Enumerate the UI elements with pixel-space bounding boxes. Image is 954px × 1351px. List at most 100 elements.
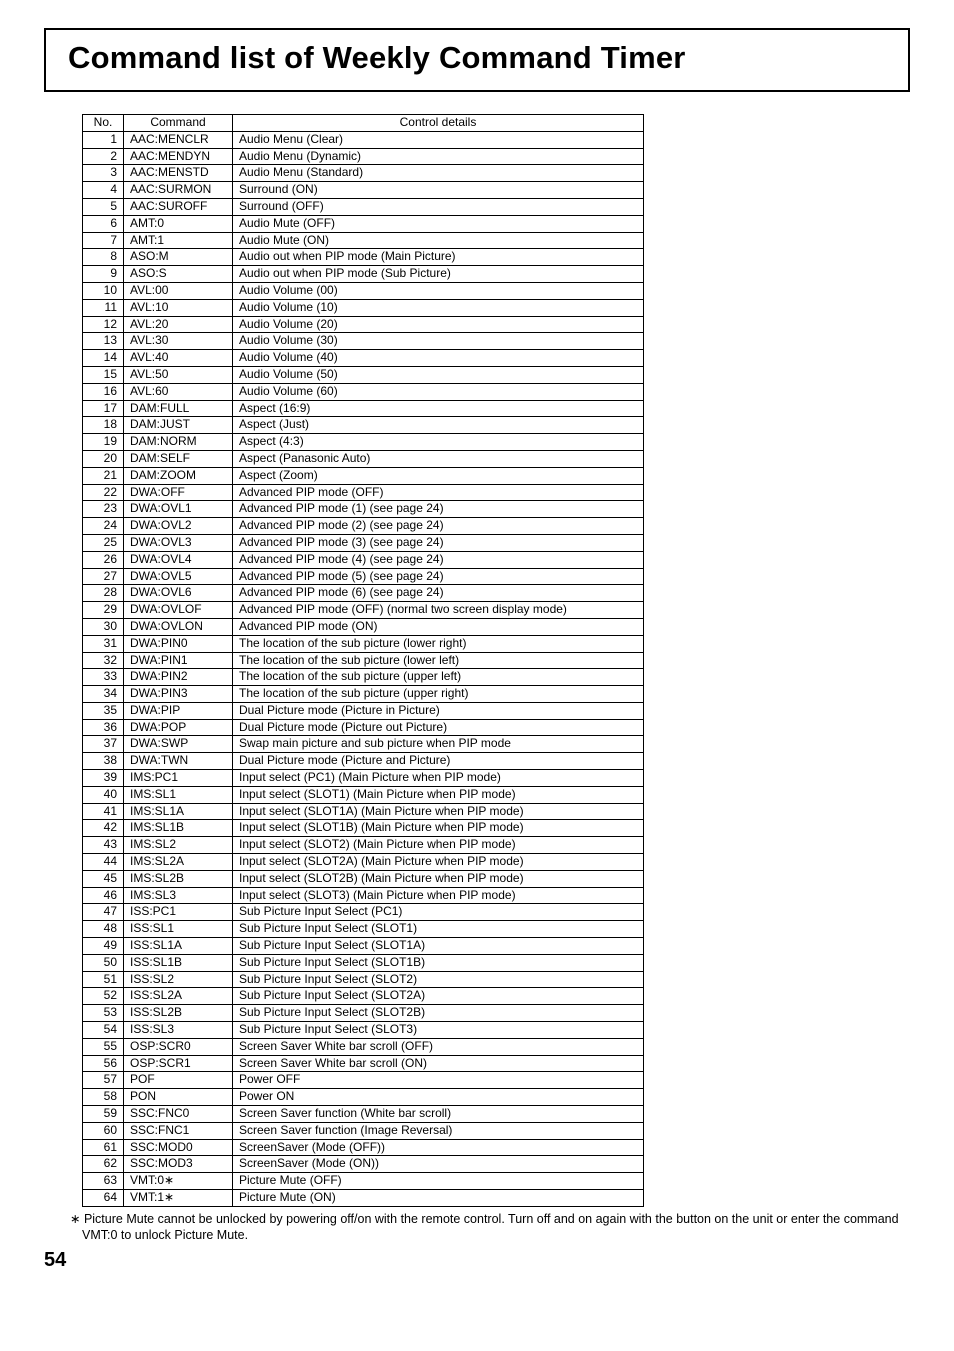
cell-details: Picture Mute (OFF) bbox=[233, 1173, 644, 1190]
cell-details: Aspect (4:3) bbox=[233, 434, 644, 451]
cell-command: ISS:SL2B bbox=[124, 1005, 233, 1022]
cell-details: Audio Volume (50) bbox=[233, 366, 644, 383]
table-row: 23DWA:OVL1Advanced PIP mode (1) (see pag… bbox=[83, 501, 644, 518]
cell-command: DWA:PIN3 bbox=[124, 686, 233, 703]
cell-details: Input select (SLOT2A) (Main Picture when… bbox=[233, 854, 644, 871]
cell-command: DWA:OVL4 bbox=[124, 551, 233, 568]
cell-details: Advanced PIP mode (5) (see page 24) bbox=[233, 568, 644, 585]
cell-command: SSC:MOD3 bbox=[124, 1156, 233, 1173]
cell-details: Audio Volume (00) bbox=[233, 282, 644, 299]
cell-details: Advanced PIP mode (3) (see page 24) bbox=[233, 534, 644, 551]
cell-no: 23 bbox=[83, 501, 124, 518]
header-no: No. bbox=[83, 115, 124, 132]
cell-details: Sub Picture Input Select (SLOT1A) bbox=[233, 938, 644, 955]
table-row: 50ISS:SL1BSub Picture Input Select (SLOT… bbox=[83, 954, 644, 971]
cell-no: 26 bbox=[83, 551, 124, 568]
table-row: 29DWA:OVLOFAdvanced PIP mode (OFF) (norm… bbox=[83, 602, 644, 619]
cell-command: OSP:SCR1 bbox=[124, 1055, 233, 1072]
cell-command: DWA:PIN0 bbox=[124, 635, 233, 652]
cell-details: ScreenSaver (Mode (ON)) bbox=[233, 1156, 644, 1173]
cell-no: 1 bbox=[83, 131, 124, 148]
table-row: 61SSC:MOD0ScreenSaver (Mode (OFF)) bbox=[83, 1139, 644, 1156]
table-row: 9ASO:SAudio out when PIP mode (Sub Pictu… bbox=[83, 266, 644, 283]
table-row: 30DWA:OVLONAdvanced PIP mode (ON) bbox=[83, 618, 644, 635]
table-row: 45IMS:SL2BInput select (SLOT2B) (Main Pi… bbox=[83, 870, 644, 887]
cell-command: SSC:FNC0 bbox=[124, 1106, 233, 1123]
table-row: 26DWA:OVL4Advanced PIP mode (4) (see pag… bbox=[83, 551, 644, 568]
cell-no: 63 bbox=[83, 1173, 124, 1190]
cell-no: 20 bbox=[83, 450, 124, 467]
table-row: 56OSP:SCR1Screen Saver White bar scroll … bbox=[83, 1055, 644, 1072]
cell-details: Advanced PIP mode (1) (see page 24) bbox=[233, 501, 644, 518]
cell-command: DWA:OFF bbox=[124, 484, 233, 501]
cell-command: DWA:TWN bbox=[124, 753, 233, 770]
cell-details: Input select (SLOT2) (Main Picture when … bbox=[233, 837, 644, 854]
cell-no: 25 bbox=[83, 534, 124, 551]
cell-no: 55 bbox=[83, 1038, 124, 1055]
table-row: 15AVL:50Audio Volume (50) bbox=[83, 366, 644, 383]
table-row: 41IMS:SL1AInput select (SLOT1A) (Main Pi… bbox=[83, 803, 644, 820]
page-title: Command list of Weekly Command Timer bbox=[68, 40, 886, 76]
cell-command: DAM:FULL bbox=[124, 400, 233, 417]
cell-details: Audio Mute (ON) bbox=[233, 232, 644, 249]
cell-no: 9 bbox=[83, 266, 124, 283]
cell-details: Dual Picture mode (Picture and Picture) bbox=[233, 753, 644, 770]
header-command: Command bbox=[124, 115, 233, 132]
cell-command: DWA:OVL3 bbox=[124, 534, 233, 551]
cell-details: Power ON bbox=[233, 1089, 644, 1106]
cell-command: IMS:SL2B bbox=[124, 870, 233, 887]
cell-details: Sub Picture Input Select (SLOT2A) bbox=[233, 988, 644, 1005]
cell-command: SSC:MOD0 bbox=[124, 1139, 233, 1156]
cell-no: 37 bbox=[83, 736, 124, 753]
cell-details: Audio Mute (OFF) bbox=[233, 215, 644, 232]
cell-details: Input select (PC1) (Main Picture when PI… bbox=[233, 770, 644, 787]
cell-no: 57 bbox=[83, 1072, 124, 1089]
table-row: 21DAM:ZOOMAspect (Zoom) bbox=[83, 467, 644, 484]
cell-details: Dual Picture mode (Picture out Picture) bbox=[233, 719, 644, 736]
cell-command: VMT:0∗ bbox=[124, 1173, 233, 1190]
cell-no: 17 bbox=[83, 400, 124, 417]
cell-details: Sub Picture Input Select (SLOT1B) bbox=[233, 954, 644, 971]
cell-no: 22 bbox=[83, 484, 124, 501]
cell-command: AAC:SUROFF bbox=[124, 198, 233, 215]
cell-no: 42 bbox=[83, 820, 124, 837]
cell-no: 32 bbox=[83, 652, 124, 669]
table-row: 1AAC:MENCLRAudio Menu (Clear) bbox=[83, 131, 644, 148]
cell-details: Input select (SLOT1A) (Main Picture when… bbox=[233, 803, 644, 820]
footnote: ∗ Picture Mute cannot be unlocked by pow… bbox=[70, 1211, 910, 1244]
cell-no: 29 bbox=[83, 602, 124, 619]
cell-no: 49 bbox=[83, 938, 124, 955]
table-row: 7AMT:1Audio Mute (ON) bbox=[83, 232, 644, 249]
table-row: 46IMS:SL3Input select (SLOT3) (Main Pict… bbox=[83, 887, 644, 904]
table-row: 12AVL:20Audio Volume (20) bbox=[83, 316, 644, 333]
cell-command: AAC:MENSTD bbox=[124, 165, 233, 182]
cell-no: 64 bbox=[83, 1190, 124, 1207]
cell-details: Advanced PIP mode (2) (see page 24) bbox=[233, 518, 644, 535]
cell-command: AVL:60 bbox=[124, 383, 233, 400]
table-row: 39IMS:PC1Input select (PC1) (Main Pictur… bbox=[83, 770, 644, 787]
cell-command: AVL:00 bbox=[124, 282, 233, 299]
table-row: 6AMT:0Audio Mute (OFF) bbox=[83, 215, 644, 232]
cell-no: 41 bbox=[83, 803, 124, 820]
cell-no: 46 bbox=[83, 887, 124, 904]
table-row: 63VMT:0∗Picture Mute (OFF) bbox=[83, 1173, 644, 1190]
table-row: 31DWA:PIN0The location of the sub pictur… bbox=[83, 635, 644, 652]
cell-details: Surround (ON) bbox=[233, 182, 644, 199]
table-row: 53ISS:SL2BSub Picture Input Select (SLOT… bbox=[83, 1005, 644, 1022]
cell-no: 36 bbox=[83, 719, 124, 736]
cell-no: 39 bbox=[83, 770, 124, 787]
table-row: 55OSP:SCR0Screen Saver White bar scroll … bbox=[83, 1038, 644, 1055]
table-row: 36DWA:POPDual Picture mode (Picture out … bbox=[83, 719, 644, 736]
cell-details: Audio Menu (Dynamic) bbox=[233, 148, 644, 165]
cell-command: AVL:50 bbox=[124, 366, 233, 383]
cell-details: Audio Menu (Clear) bbox=[233, 131, 644, 148]
cell-no: 5 bbox=[83, 198, 124, 215]
table-row: 24DWA:OVL2Advanced PIP mode (2) (see pag… bbox=[83, 518, 644, 535]
cell-no: 10 bbox=[83, 282, 124, 299]
table-row: 59SSC:FNC0Screen Saver function (White b… bbox=[83, 1106, 644, 1123]
cell-command: ISS:SL1 bbox=[124, 921, 233, 938]
table-row: 17DAM:FULLAspect (16:9) bbox=[83, 400, 644, 417]
cell-no: 15 bbox=[83, 366, 124, 383]
title-box: Command list of Weekly Command Timer bbox=[44, 28, 910, 92]
cell-no: 24 bbox=[83, 518, 124, 535]
